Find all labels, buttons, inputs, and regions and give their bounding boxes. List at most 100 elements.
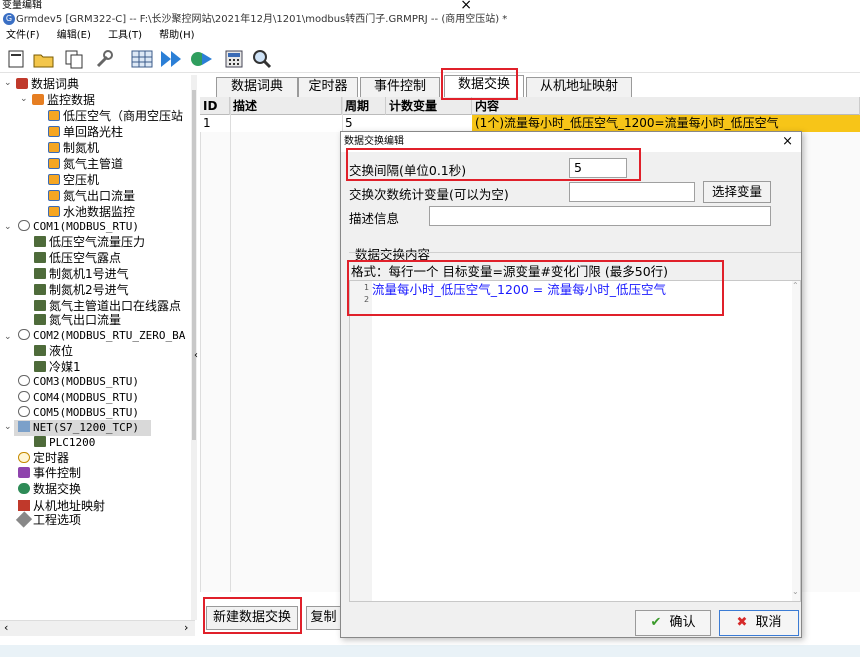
tree-item-com5[interactable]: COM5(MODBUS_RTU) [18, 405, 139, 421]
port-icon [18, 220, 30, 231]
tab-data-dictionary[interactable]: 数据词典 [216, 77, 298, 97]
tree-item-plc[interactable]: PLC1200 [34, 435, 95, 451]
tab-timer[interactable]: 定时器 [298, 77, 358, 97]
port-icon [18, 391, 30, 402]
new-file-icon[interactable] [4, 47, 28, 71]
status-strip [0, 645, 860, 657]
tree-item[interactable]: 单回路光柱 [48, 124, 123, 140]
tree-item-options[interactable]: 工程选项 [15, 511, 81, 528]
table-row[interactable]: 1 5 (1个)流量每小时_低压空气_1200=流量每小时_低压空气 [200, 115, 860, 132]
copy-icon[interactable] [62, 47, 86, 71]
confirm-button[interactable]: ✔ 确认 [635, 610, 711, 636]
toolbar [0, 43, 860, 73]
forward-icon[interactable] [160, 47, 184, 71]
tree-item-com4[interactable]: COM4(MODBUS_RTU) [18, 390, 139, 406]
chevron-left-icon[interactable]: ‹ [4, 621, 8, 634]
exchange-content-editor[interactable]: 1 2 流量每小时_低压空气_1200 = 流量每小时_低压空气 ⌃ ⌄ [349, 280, 801, 602]
device-icon [34, 345, 46, 356]
tree-item-com1[interactable]: COM1(MODBUS_RTU) [18, 219, 139, 235]
device-icon [34, 361, 46, 372]
calculator-icon[interactable] [222, 47, 246, 71]
cell-id: 1 [203, 116, 211, 130]
tree-item[interactable]: 水池数据监控 [48, 204, 135, 220]
chevron-down-icon[interactable]: ⌄ [4, 78, 12, 88]
scroll-down-icon[interactable]: ⌄ [792, 587, 799, 596]
cell-period: 5 [345, 116, 353, 130]
tree-horizontal-scrollbar[interactable]: ‹ › [0, 620, 195, 636]
device-icon [34, 252, 46, 263]
open-folder-icon[interactable] [32, 47, 56, 71]
list-header: ID 描述 周期 计数变量 内容 [200, 97, 860, 115]
chevron-down-icon[interactable]: ⌄ [4, 422, 12, 432]
scroll-up-icon[interactable]: ⌃ [792, 281, 799, 290]
tree-item[interactable]: 低压空气（商用空压站 [48, 108, 183, 124]
column-header[interactable]: 周期 [342, 97, 386, 115]
counter-label: 交换次数统计变量(可以为空) [349, 187, 509, 202]
transfer-icon[interactable] [190, 47, 214, 71]
select-variable-button[interactable]: 选择变量 [703, 181, 771, 203]
chevron-down-icon[interactable]: ⌄ [4, 332, 12, 342]
exchange-edit-dialog: 数据交换编辑 × 交换间隔(单位0.1秒) 5 交换次数统计变量(可以为空) 选… [340, 131, 802, 638]
cell-desc [230, 115, 342, 132]
tree-item[interactable]: 氮气主管道 [48, 156, 123, 172]
network-icon [18, 421, 30, 432]
checkmark-icon: ✔ [650, 615, 662, 630]
tab-event-control[interactable]: 事件控制 [360, 77, 440, 97]
tree-item[interactable]: 氮气出口流量 [48, 188, 135, 204]
tab-slave-mapping[interactable]: 从机地址映射 [526, 77, 632, 97]
splitter-arrow-icon[interactable]: ‹ [194, 350, 198, 361]
chevron-right-icon[interactable]: › [184, 621, 188, 634]
tree-item[interactable]: 空压机 [48, 172, 99, 188]
variable-group-icon [48, 142, 60, 153]
tree-item-slave[interactable]: 从机地址映射 [18, 496, 105, 513]
description-input[interactable] [429, 206, 771, 226]
device-icon [34, 314, 46, 325]
editor-scrollbar[interactable]: ⌃ ⌄ [792, 281, 800, 601]
annotation-box [347, 260, 724, 316]
port-icon [18, 329, 30, 340]
column-header[interactable]: 描述 [230, 97, 342, 115]
tree-item[interactable]: 氮气出口流量 [34, 312, 121, 328]
tree-item[interactable]: 制氮机 [48, 140, 99, 156]
menu-edit[interactable]: 编辑(E) [57, 30, 91, 41]
tree-item-monitor[interactable]: 监控数据 [32, 92, 95, 108]
mapping-icon [18, 500, 30, 511]
tree-item[interactable]: 制氮机1号进气 [34, 266, 129, 282]
tree-item-event[interactable]: 事件控制 [18, 465, 81, 481]
tree-item-com2[interactable]: COM2(MODBUS_RTU_ZERO_BA [18, 328, 185, 344]
tree-item[interactable]: 液位 [34, 343, 73, 359]
dialog-close-icon[interactable]: × [782, 132, 793, 152]
clock-icon [18, 452, 30, 463]
annotation-box [441, 68, 518, 100]
menu-tools[interactable]: 工具(T) [108, 30, 142, 41]
chevron-down-icon[interactable]: ⌄ [20, 94, 28, 104]
column-header[interactable]: 内容 [472, 97, 860, 115]
chevron-down-icon[interactable]: ⌄ [4, 222, 12, 232]
menu-help[interactable]: 帮助(H) [159, 30, 194, 41]
tree-item[interactable]: 低压空气露点 [34, 250, 121, 266]
grid-icon[interactable] [130, 47, 154, 71]
tree-item[interactable]: 制氮机2号进气 [34, 282, 129, 298]
variable-group-icon [48, 174, 60, 185]
cancel-button[interactable]: ✖ 取消 [719, 610, 799, 636]
tree-scroll-thumb[interactable] [192, 90, 196, 440]
tree-item-timer[interactable]: 定时器 [18, 450, 69, 466]
tree-item-exchange[interactable]: 数据交换 [18, 481, 81, 497]
wrench-icon [15, 511, 33, 528]
counter-input[interactable] [569, 182, 695, 202]
menu-bar: 文件(F) 编辑(E) 工具(T) 帮助(H) [0, 28, 860, 43]
event-icon [18, 467, 30, 478]
variable-group-icon [48, 110, 60, 121]
annotation-box [346, 148, 641, 181]
tree-item-data-dictionary[interactable]: 数据词典 [16, 76, 79, 92]
menu-file[interactable]: 文件(F) [6, 30, 40, 41]
column-header[interactable]: ID [200, 97, 230, 115]
search-icon[interactable] [250, 47, 274, 71]
tree-item[interactable]: 低压空气流量压力 [34, 234, 145, 250]
wrench-icon[interactable] [92, 47, 116, 71]
device-icon [34, 300, 46, 311]
copy-button[interactable]: 复制 [306, 606, 340, 630]
tree-item-net[interactable]: NET(S7_1200_TCP) [18, 420, 139, 436]
tree-item[interactable]: 冷媒1 [34, 359, 81, 375]
tree-item-com3[interactable]: COM3(MODBUS_RTU) [18, 374, 139, 390]
